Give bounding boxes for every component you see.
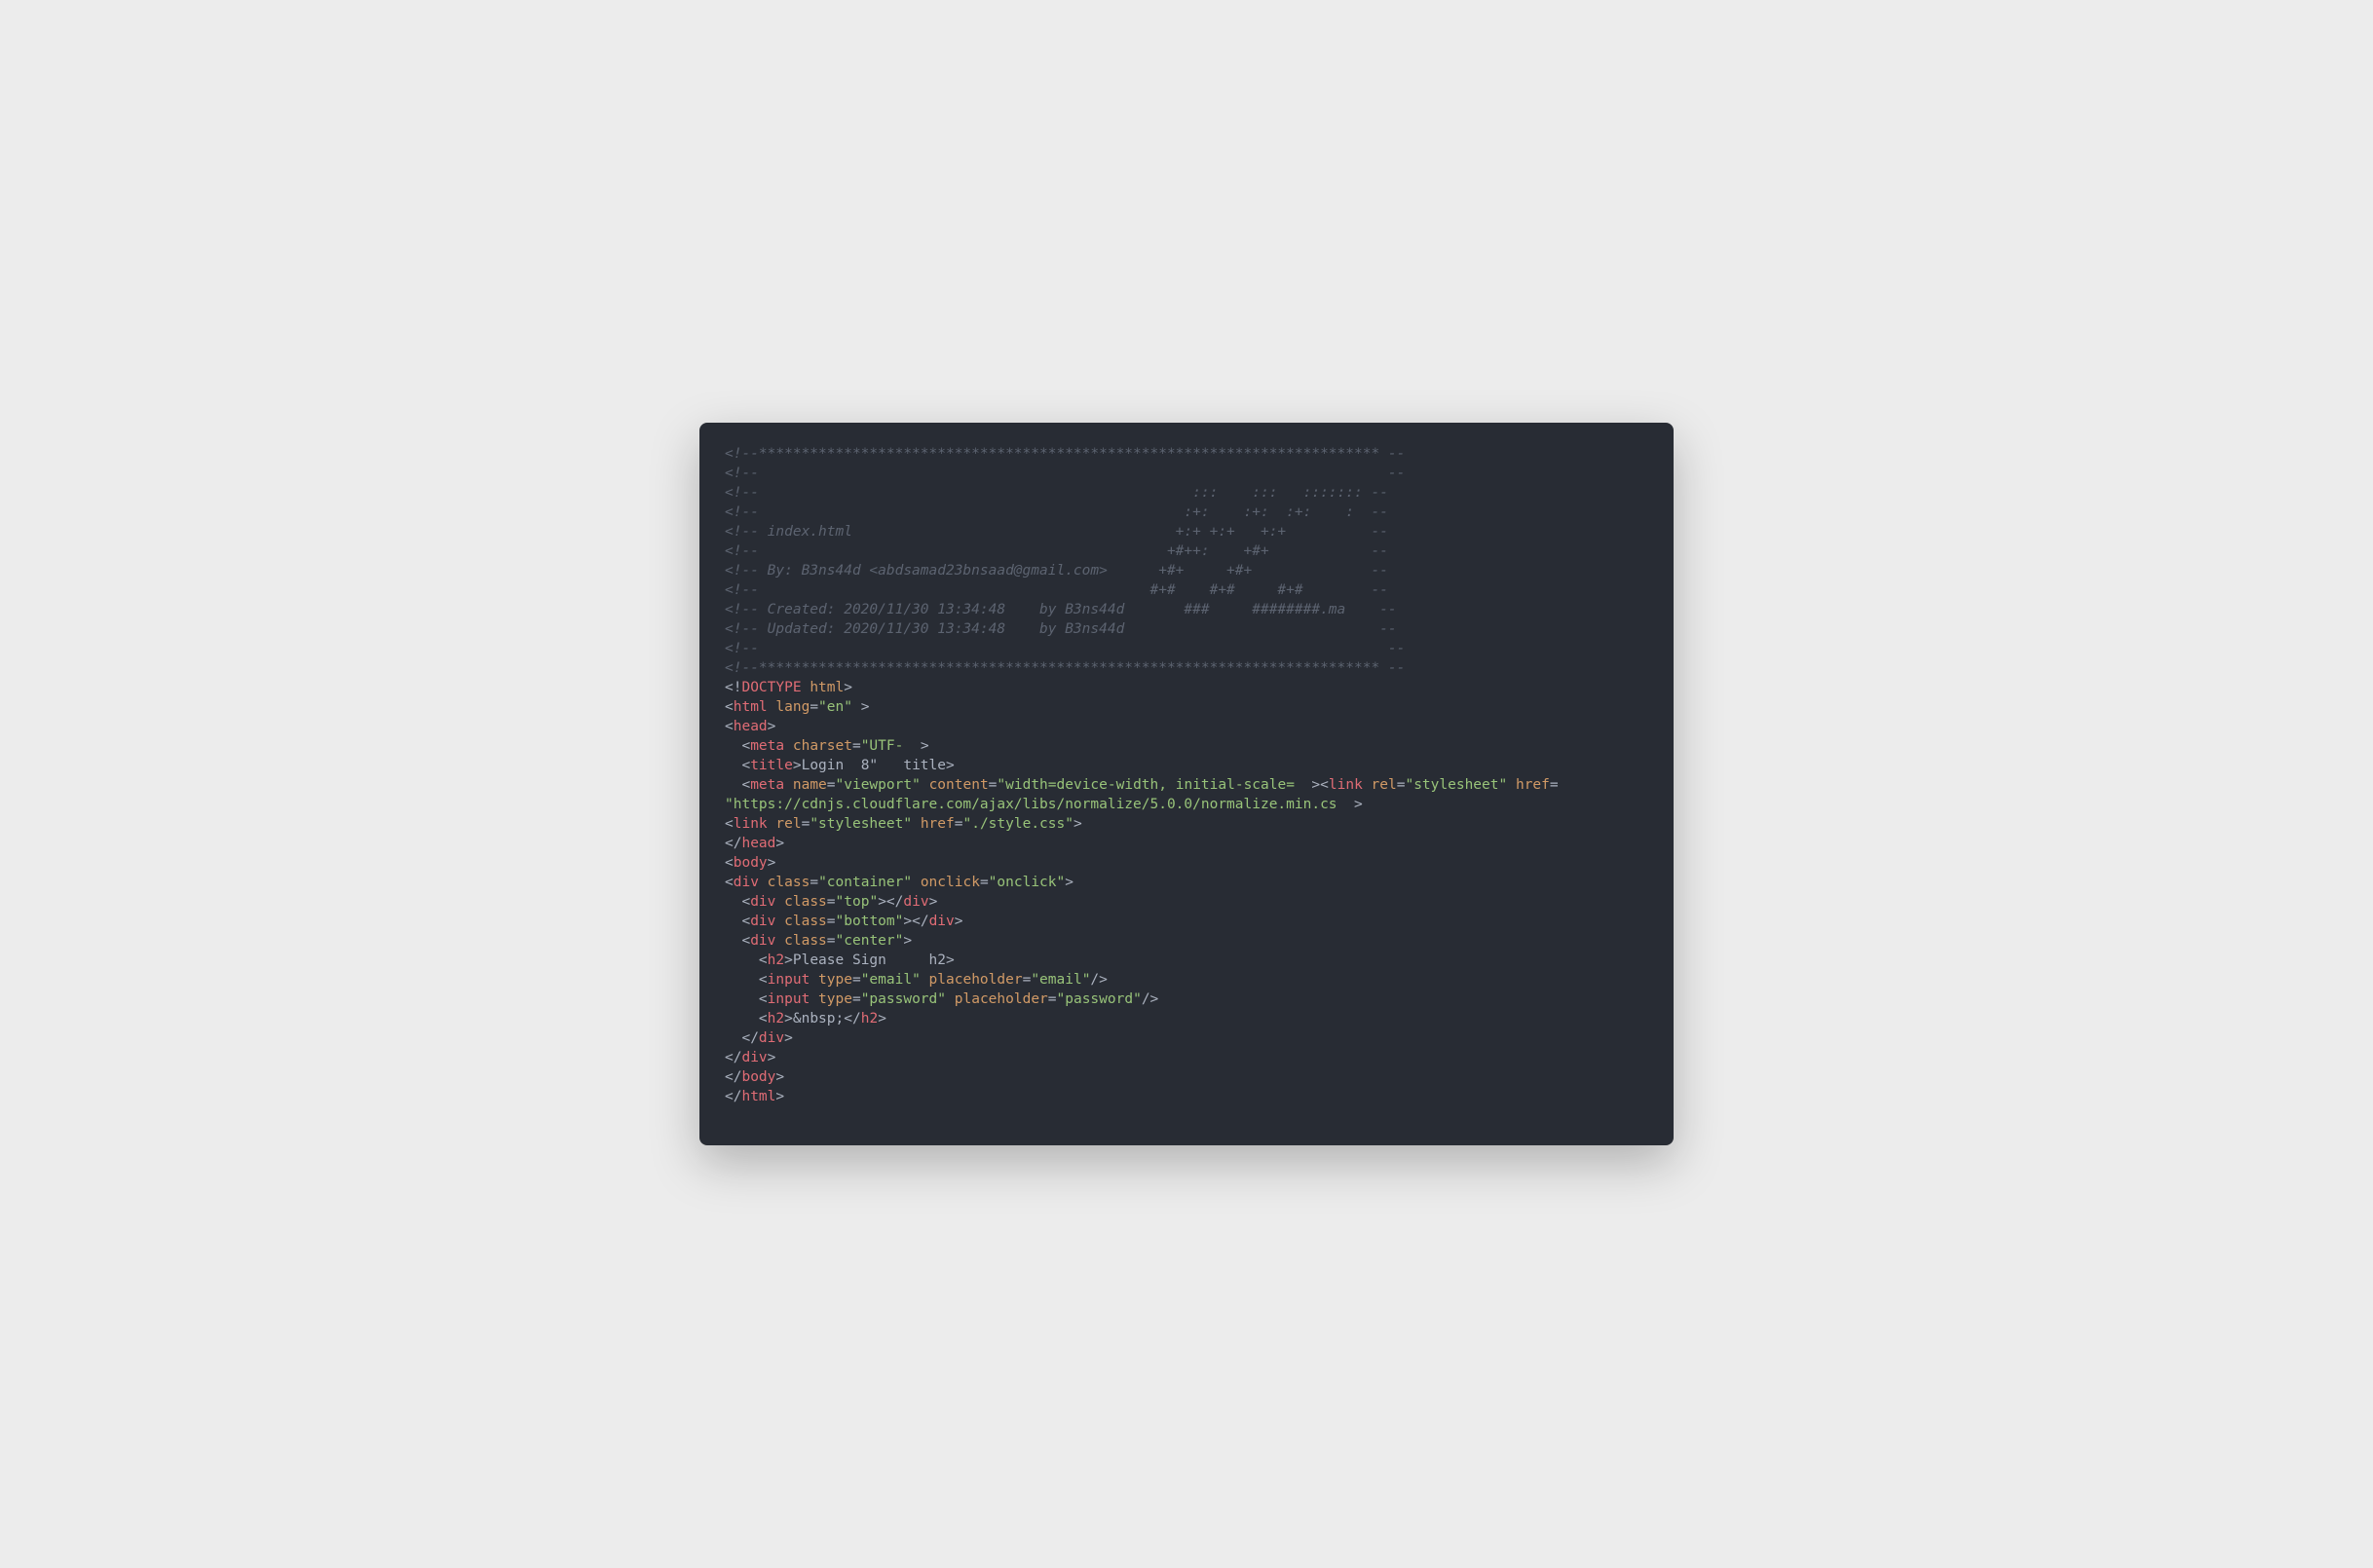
comment-line: <!-- :+: :+: :+: : -- [725, 504, 1388, 520]
comment-line: <!--************************************… [725, 446, 1405, 462]
comment-line: <!-- -- [725, 466, 1405, 481]
tag-div: div [734, 875, 759, 890]
tag-input: input [768, 972, 810, 988]
tag-title: title [750, 758, 793, 773]
tag-body: body [734, 855, 768, 871]
tag-link: link [1329, 777, 1363, 793]
tag-h2: h2 [768, 952, 784, 968]
href-normalize: "https://cdnjs.cloudflare.com/ajax/libs/… [725, 797, 1337, 812]
title-text: Login 8" title [802, 758, 946, 773]
punct: <! [725, 680, 741, 695]
comment-line: <!-- index.html +:+ +:+ +:+ -- [725, 524, 1388, 540]
tag-head: head [734, 719, 768, 734]
code-editor: <!--************************************… [699, 423, 1674, 1145]
tag-meta: meta [750, 738, 784, 754]
doctype-word: DOCTYPE [741, 680, 801, 695]
comment-line: <!-- Created: 2020/11/30 13:34:48 by B3n… [725, 602, 1397, 617]
comment-line: <!-- ::: ::: ::::::: -- [725, 485, 1388, 501]
comment-line: <!-- Updated: 2020/11/30 13:34:48 by B3n… [725, 621, 1397, 637]
comment-line: <!-- +#++: +#+ -- [725, 543, 1388, 559]
doctype-arg: html [810, 680, 844, 695]
tag-html: html [734, 699, 768, 715]
h2-text: Please Sign h2 [793, 952, 946, 968]
comment-line: <!-- #+# #+# #+# -- [725, 582, 1388, 598]
comment-line: <!-- -- [725, 641, 1405, 656]
comment-line: <!--************************************… [725, 660, 1405, 676]
comment-line: <!-- By: B3ns44d <abdsamad23bnsaad@gmail… [725, 563, 1388, 579]
code-block: <!--************************************… [725, 444, 1648, 1106]
